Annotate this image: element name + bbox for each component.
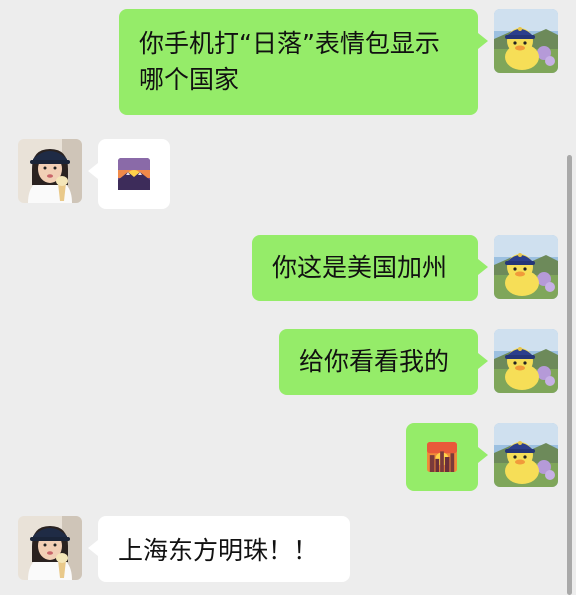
- chat-bubble-received[interactable]: [88, 139, 170, 209]
- chat-bubble-sent[interactable]: [406, 423, 488, 491]
- duck-avatar-image: [494, 329, 558, 393]
- sunset-city-emoji-icon: [427, 442, 457, 472]
- girl-avatar-image: [18, 139, 82, 203]
- chat-bubble-received[interactable]: 上海东方明珠！！: [88, 516, 350, 582]
- chat-bubble-sent[interactable]: 你手机打“日落”表情包显示哪个国家: [119, 9, 488, 115]
- friend-avatar[interactable]: [18, 139, 82, 203]
- message-text: 你手机打“日落”表情包显示哪个国家: [139, 29, 440, 94]
- my-avatar[interactable]: [494, 9, 558, 73]
- chat-bubble-sent[interactable]: 你这是美国加州: [252, 235, 488, 301]
- duck-avatar-image: [494, 235, 558, 299]
- girl-avatar-image: [18, 516, 82, 580]
- duck-avatar-image: [494, 9, 558, 73]
- scrollbar[interactable]: [567, 155, 572, 595]
- chat-bubble-sent[interactable]: 给你看看我的: [279, 329, 488, 395]
- my-avatar[interactable]: [494, 423, 558, 487]
- message-text: 你这是美国加州: [272, 253, 448, 282]
- sunrise-emoji-icon: [118, 158, 150, 190]
- friend-avatar[interactable]: [18, 516, 82, 580]
- message-text: 给你看看我的: [299, 347, 450, 376]
- message-text: 上海东方明珠！！: [118, 536, 319, 565]
- duck-avatar-image: [494, 423, 558, 487]
- my-avatar[interactable]: [494, 329, 558, 393]
- my-avatar[interactable]: [494, 235, 558, 299]
